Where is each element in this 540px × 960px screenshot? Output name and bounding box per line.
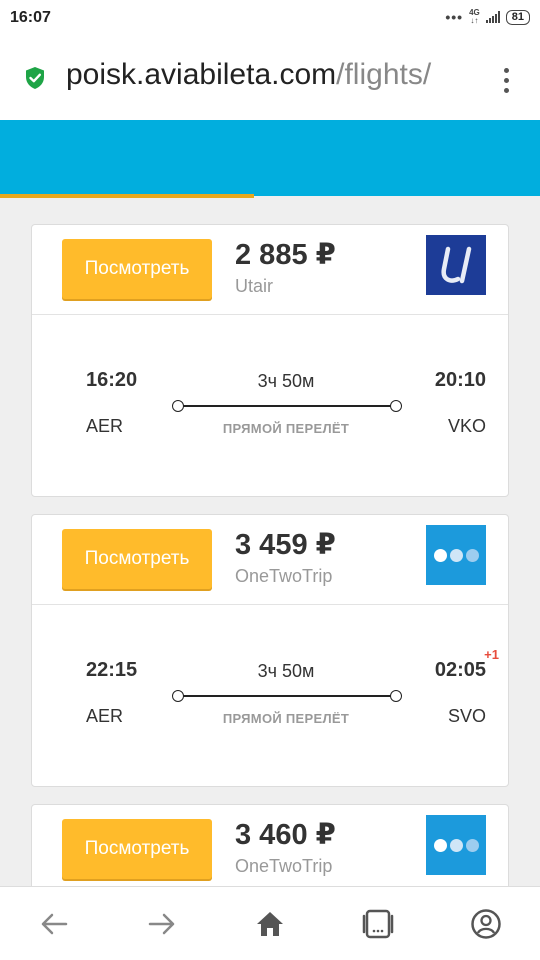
onetwotrip-logo-icon (426, 815, 486, 875)
loading-progress-bar (0, 194, 254, 198)
utair-logo-icon (426, 235, 486, 295)
onetwotrip-logo-icon (426, 525, 486, 585)
url-domain: poisk.aviabileta.com (66, 58, 337, 91)
direct-flight-label: ПРЯМОЙ ПЕРЕЛЁТ (222, 711, 350, 726)
browser-url-bar: poisk.aviabileta.com/flights/ (0, 36, 540, 120)
departure-airport: AER (86, 416, 124, 436)
flight-card: Посмотреть 3 459 ₽ OneTwoTrip 22:15 3ч 5… (31, 514, 509, 787)
back-icon[interactable] (24, 894, 84, 954)
browser-bottom-nav (0, 886, 540, 960)
status-bar: 16:07 ••• 4G ↓↑ 81 (0, 0, 540, 36)
home-icon[interactable] (240, 894, 300, 954)
departure-time: 22:15 (86, 659, 138, 681)
notification-dots-icon: ••• (445, 9, 464, 25)
direct-flight-label: ПРЯМОЙ ПЕРЕЛЁТ (222, 421, 350, 436)
view-button[interactable]: Посмотреть (62, 239, 212, 299)
agency-name: OneTwoTrip (235, 856, 333, 876)
status-time: 16:07 (10, 9, 51, 26)
route-line (172, 690, 402, 702)
arrival-airport: SVO (447, 706, 486, 726)
arrival-time: 02:05 (434, 659, 486, 681)
flight-card-header: Посмотреть 3 459 ₽ OneTwoTrip (32, 515, 508, 605)
account-icon[interactable] (456, 894, 516, 954)
status-icons: ••• 4G ↓↑ 81 (445, 9, 530, 25)
flight-duration: 3ч 50м (257, 661, 315, 681)
next-day-badge: +1 (484, 647, 499, 662)
flight-price: 3 459 ₽ (235, 529, 336, 561)
arrival-airport: VKO (447, 416, 486, 436)
view-button[interactable]: Посмотреть (62, 529, 212, 589)
flight-price: 2 885 ₽ (235, 239, 336, 271)
flight-duration: 3ч 50м (257, 371, 315, 391)
secure-shield-icon (26, 67, 44, 89)
network-indicator: 4G ↓↑ (469, 8, 480, 25)
url-path: /flights/ (336, 58, 432, 91)
flight-card-header: Посмотреть 3 460 ₽ OneTwoTrip (32, 805, 508, 895)
url-field[interactable]: poisk.aviabileta.com/flights/ (66, 58, 474, 92)
flight-details: 16:20 3ч 50м ПРЯМОЙ ПЕРЕЛЁТ 20:10 AER VK… (32, 315, 508, 497)
departure-time: 16:20 (86, 369, 138, 391)
signal-icon (485, 11, 500, 23)
route-line (172, 400, 402, 412)
flight-card: Посмотреть 2 885 ₽ Utair 16:20 3ч 50м ПР… (31, 224, 509, 497)
tabs-icon[interactable] (348, 894, 408, 954)
battery-icon: 81 (505, 9, 530, 25)
agency-name: Utair (235, 276, 274, 296)
view-button[interactable]: Посмотреть (62, 819, 212, 879)
flight-card-header: Посмотреть 2 885 ₽ Utair (32, 225, 508, 315)
browser-menu-icon[interactable] (502, 68, 510, 93)
forward-icon[interactable] (132, 894, 192, 954)
battery-level: 81 (511, 10, 524, 23)
agency-name: OneTwoTrip (235, 566, 333, 586)
departure-airport: AER (86, 706, 124, 726)
arrival-time: 20:10 (434, 369, 486, 391)
flight-price: 3 460 ₽ (235, 819, 336, 851)
flight-details: 22:15 3ч 50м ПРЯМОЙ ПЕРЕЛЁТ 02:05 +1 AER… (32, 605, 508, 787)
header-banner (0, 120, 540, 196)
